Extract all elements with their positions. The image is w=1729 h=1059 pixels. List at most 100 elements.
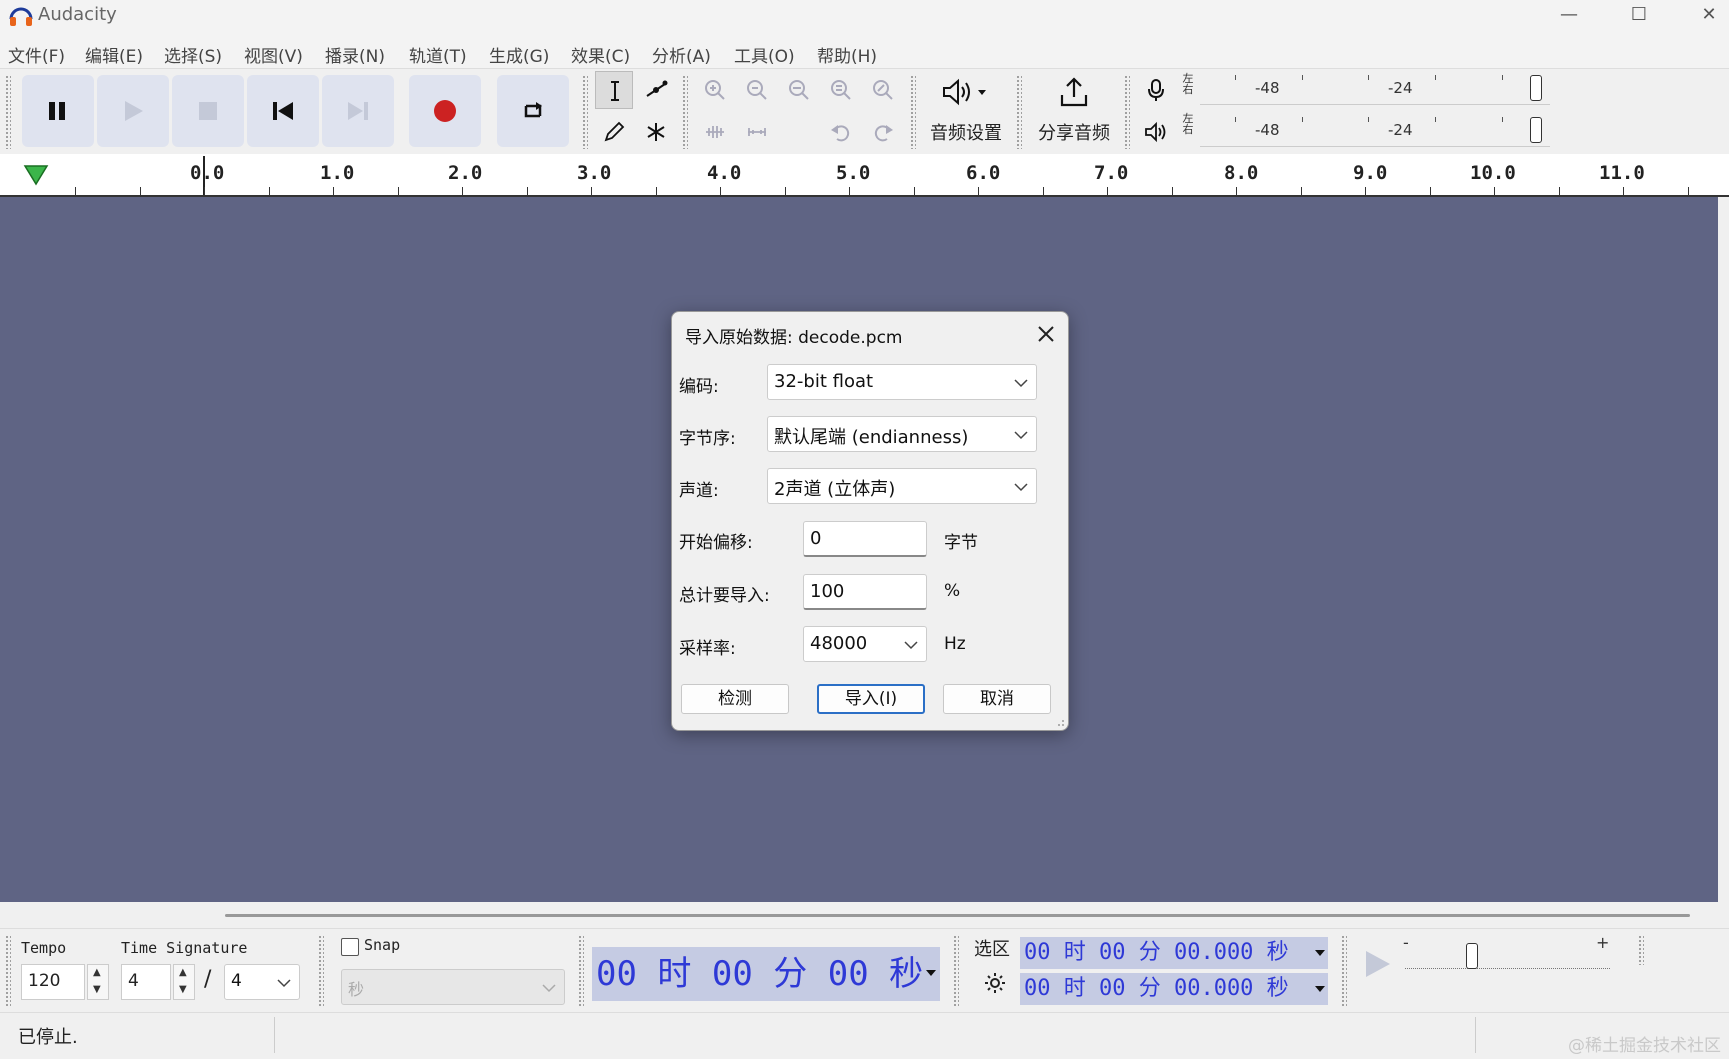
redo-button[interactable] — [864, 113, 902, 151]
toolbar-grip[interactable] — [1016, 75, 1022, 149]
playback-meter[interactable]: -48 -24 — [1200, 113, 1550, 147]
microphone-icon — [1148, 79, 1164, 101]
skip-to-start-button[interactable] — [247, 75, 319, 147]
encoding-select[interactable]: 32-bit float — [767, 364, 1037, 400]
tempo-stepper[interactable]: ▲ ▼ — [87, 964, 109, 1000]
toolbar-grip[interactable] — [1124, 75, 1130, 149]
menu-help[interactable]: 帮助(H) — [817, 42, 877, 67]
silence-audio-icon — [748, 128, 766, 136]
skip-to-end-button[interactable] — [322, 75, 394, 147]
snap-unit-select[interactable]: 秒 — [341, 969, 565, 1005]
tempo-input[interactable]: 120 — [21, 964, 85, 1000]
pause-icon — [49, 102, 65, 120]
selection-tool[interactable] — [595, 71, 633, 109]
play-speed-slider-handle[interactable] — [1466, 943, 1478, 969]
menu-tracks[interactable]: 轨道(T) — [409, 42, 467, 67]
detect-button[interactable]: 检测 — [681, 684, 789, 714]
audio-setup-button[interactable]: 音频设置 — [922, 73, 1008, 151]
menu-tools[interactable]: 工具(O) — [734, 42, 795, 67]
fit-project-button[interactable] — [822, 71, 860, 109]
start-format-dropdown-icon[interactable] — [1314, 947, 1326, 959]
toolbar-grip[interactable] — [582, 75, 588, 149]
play-head-triangle-icon[interactable] — [22, 162, 50, 188]
ts-numerator-input[interactable]: 4 — [121, 964, 171, 1000]
toolbar-grip[interactable] — [318, 935, 324, 1007]
fit-selection-button[interactable] — [780, 71, 818, 109]
record-level-slider[interactable] — [1530, 75, 1542, 101]
vertical-scrollbar[interactable] — [1718, 197, 1729, 902]
toolbar-grip[interactable] — [910, 75, 916, 149]
toolbar-grip[interactable] — [5, 935, 11, 1007]
time-format-dropdown-icon[interactable] — [925, 967, 937, 979]
menu-generate[interactable]: 生成(G) — [489, 42, 549, 67]
stop-button[interactable] — [172, 75, 244, 147]
loop-button[interactable] — [497, 75, 569, 147]
play-speed-slider-track[interactable] — [1405, 951, 1610, 969]
play-at-speed-icon[interactable] — [1360, 947, 1394, 981]
start-offset-input[interactable]: 0 — [803, 521, 927, 557]
menu-analyze[interactable]: 分析(A) — [652, 42, 711, 67]
toolbar-grip[interactable] — [5, 75, 11, 149]
selection-start-display[interactable]: 00 时 00 分 00.000 秒 — [1020, 937, 1328, 969]
draw-tool[interactable] — [595, 113, 633, 151]
toolbar-grip[interactable] — [682, 75, 688, 149]
i-beam-icon — [611, 81, 619, 101]
record-meter[interactable]: -48 -24 — [1200, 71, 1550, 105]
toolbar-grip[interactable] — [1638, 935, 1644, 965]
zoom-out-button[interactable] — [738, 71, 776, 109]
cancel-button[interactable]: 取消 — [943, 684, 1051, 714]
trim-button[interactable] — [696, 113, 734, 151]
menu-select[interactable]: 选择(S) — [164, 42, 222, 67]
menu-transport[interactable]: 播录(N) — [325, 42, 385, 67]
end-format-dropdown-icon[interactable] — [1314, 983, 1326, 995]
ruler-tick: 7.0 — [1094, 162, 1129, 184]
selection-end-display[interactable]: 00 时 00 分 00.000 秒 — [1020, 973, 1328, 1005]
horizontal-scrollbar[interactable] — [225, 914, 1690, 917]
zoom-toggle-button[interactable] — [864, 71, 902, 109]
share-audio-button[interactable]: 分享音频 — [1030, 73, 1116, 151]
silence-button[interactable] — [738, 113, 776, 151]
pause-button[interactable] — [22, 75, 94, 147]
multi-tool[interactable] — [637, 113, 675, 151]
record-meter-scale-48: -48 — [1255, 79, 1280, 97]
ts-numerator-stepper[interactable]: ▲ ▼ — [173, 964, 195, 1000]
import-button[interactable]: 导入(I) — [817, 684, 925, 714]
maximize-icon[interactable]: ☐ — [1604, 0, 1674, 34]
chevron-down-icon — [904, 641, 918, 650]
status-bar: 已停止. @稀土掘金技术社区 — [0, 1012, 1729, 1059]
minimize-icon[interactable]: — — [1534, 0, 1604, 34]
undo-button[interactable] — [822, 113, 860, 151]
play-button[interactable] — [97, 75, 169, 147]
timeline-ruler[interactable]: 0.0 1.0 2.0 3.0 4.0 5.0 6.0 7.0 8.0 9.0 … — [0, 154, 1729, 197]
byte-order-select[interactable]: 默认尾端 (endianness) — [767, 416, 1037, 452]
dialog-close-icon[interactable] — [1032, 320, 1060, 348]
snap-checkbox[interactable] — [341, 938, 359, 956]
envelope-tool[interactable] — [637, 71, 675, 109]
resize-grip-icon[interactable] — [1055, 717, 1065, 727]
gear-icon[interactable] — [983, 971, 1007, 995]
chevron-down-icon — [277, 979, 291, 988]
toolbar-grip[interactable] — [953, 935, 959, 1007]
status-divider — [274, 1017, 275, 1053]
ts-denominator-select[interactable]: 4 — [224, 964, 300, 1000]
playback-meter-button[interactable] — [1137, 113, 1175, 151]
menu-effect[interactable]: 效果(C) — [571, 42, 630, 67]
menu-view[interactable]: 视图(V) — [244, 42, 303, 67]
record-meter-button[interactable] — [1137, 71, 1175, 109]
toolbar-grip[interactable] — [1341, 935, 1347, 1007]
sample-rate-select[interactable]: 48000 — [803, 626, 927, 662]
menu-file[interactable]: 文件(F) — [8, 42, 65, 67]
import-raw-dialog: 导入原始数据: decode.pcm 编码: 32-bit float 字节序:… — [671, 311, 1069, 731]
loop-icon — [524, 102, 542, 118]
time-display[interactable]: 00 时 00 分 00 秒 — [592, 947, 940, 1001]
zoom-in-button[interactable] — [696, 71, 734, 109]
ruler-tick: 0.0 — [190, 162, 225, 184]
amount-to-import-input[interactable]: 100 — [803, 574, 927, 610]
channels-select[interactable]: 2声道 (立体声) — [767, 468, 1037, 504]
toolbar-grip[interactable] — [578, 935, 584, 1007]
menu-edit[interactable]: 编辑(E) — [85, 42, 143, 67]
record-button[interactable] — [409, 75, 481, 147]
audacity-logo-icon — [9, 7, 33, 26]
playback-level-slider[interactable] — [1530, 117, 1542, 143]
close-window-icon[interactable]: ✕ — [1674, 0, 1729, 34]
